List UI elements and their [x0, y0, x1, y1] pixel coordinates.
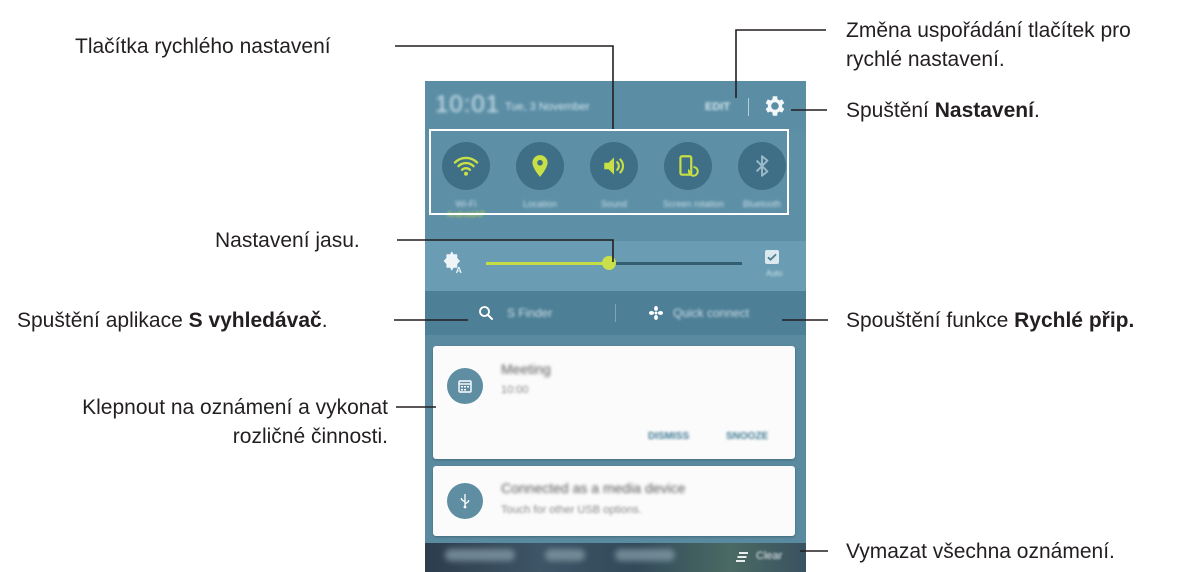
- callout-rearrange-line2: rychlé nastavení.: [846, 48, 1005, 71]
- callout-lines: [394, 29, 828, 552]
- callout-notification: Klepnout na oznámení a vykonat rozličné …: [5, 393, 388, 451]
- callout-quick-settings-buttons: Tlačítka rychlého nastavení: [75, 35, 331, 58]
- quick-settings-highlight: [429, 129, 789, 215]
- callout-quick-connect: Spouštění funkce Rychlé přip.: [846, 309, 1135, 332]
- callout-brightness: Nastavení jasu.: [215, 229, 360, 252]
- callout-clear-all: Vymazat všechna oznámení.: [846, 540, 1115, 563]
- callout-line-edit: [735, 29, 826, 98]
- callout-notification-line1: Klepnout na oznámení a vykonat: [82, 396, 388, 419]
- callout-line-brightness: [397, 239, 614, 262]
- callout-notification-line2: rozličné činnosti.: [232, 425, 388, 448]
- callout-line-quick-settings: [395, 45, 614, 130]
- callout-rearrange-line1: Změna uspořádání tlačítek pro: [846, 19, 1131, 42]
- callout-s-finder: Spuštění aplikace S vyhledávač.: [17, 309, 328, 332]
- callout-settings: Spuštění Nastavení.: [846, 99, 1040, 122]
- callout-rearrange: Změna uspořádání tlačítek pro rychlé nas…: [846, 16, 1131, 74]
